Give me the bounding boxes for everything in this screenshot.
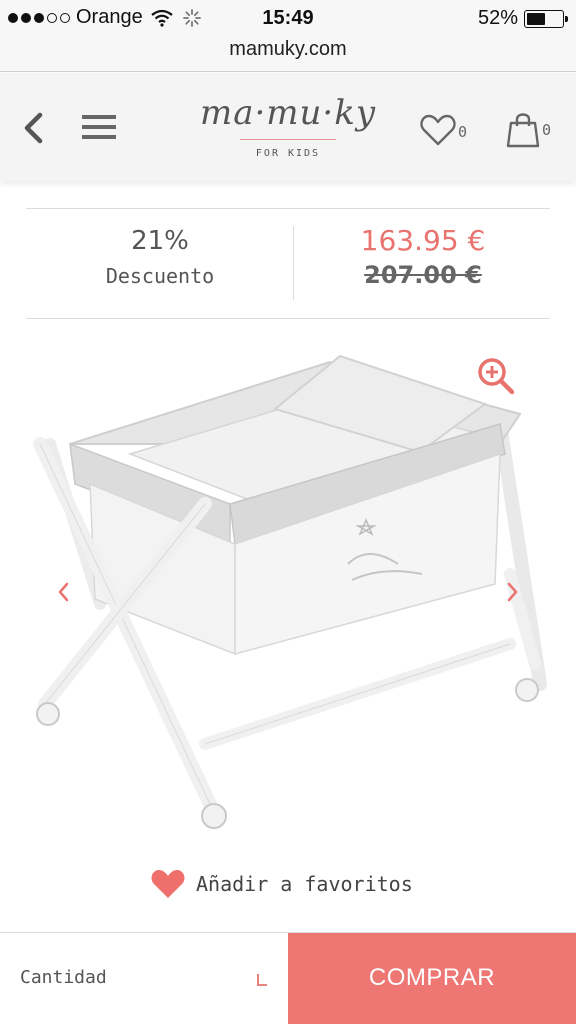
- purchase-bar: Cantidad COMPRAR: [0, 932, 576, 1024]
- favorites-button[interactable]: 0: [420, 113, 480, 149]
- logo-divider: [240, 139, 336, 140]
- divider-top: [26, 208, 550, 209]
- battery-fill: [527, 12, 545, 25]
- url-bar[interactable]: mamuky.com: [0, 38, 576, 72]
- discount-label: Descuento: [105, 264, 215, 288]
- product-gallery[interactable]: [0, 320, 576, 840]
- add-to-favorites-label: Añadir a favoritos: [196, 872, 413, 896]
- zoom-in-icon[interactable]: [476, 356, 516, 396]
- favorites-count: 0: [458, 123, 468, 141]
- back-icon[interactable]: [20, 111, 50, 145]
- divider-bottom: [26, 318, 550, 319]
- quantity-select[interactable]: Cantidad: [0, 933, 288, 1024]
- chevron-left-icon[interactable]: [52, 578, 74, 606]
- buy-button[interactable]: COMPRAR: [288, 933, 576, 1024]
- price-block: 163.95 € 207.00 €: [296, 224, 550, 289]
- discount-block: 21% Descuento: [26, 226, 294, 288]
- heart-outline-icon: [420, 114, 456, 146]
- add-to-favorites-link[interactable]: Añadir a favoritos: [150, 866, 413, 902]
- discount-percent: 21%: [131, 226, 189, 256]
- current-price: 163.95 €: [360, 224, 486, 257]
- quantity-label: Cantidad: [20, 967, 107, 988]
- dropdown-caret-icon: [257, 974, 267, 986]
- price-divider: [293, 226, 294, 300]
- original-price: 207.00 €: [364, 261, 482, 289]
- product-image: [33, 354, 547, 829]
- heart-filled-icon: [151, 870, 185, 898]
- battery-icon: [524, 9, 568, 28]
- logo-tagline: FOR KIDS: [255, 148, 321, 159]
- battery-percent: 52%: [477, 7, 518, 29]
- logo-wordmark: ma·mu·ky: [199, 93, 377, 133]
- site-header: ma·mu·ky FOR KIDS 0 0: [0, 73, 576, 181]
- chevron-right-icon[interactable]: [502, 578, 524, 606]
- cart-button[interactable]: 0: [506, 111, 566, 151]
- status-right: 52%: [477, 7, 568, 30]
- menu-icon[interactable]: [82, 115, 116, 143]
- status-bar: Orange 15:49 52%: [0, 0, 576, 38]
- site-logo[interactable]: ma·mu·ky FOR KIDS: [186, 93, 390, 159]
- shopping-bag-icon: [506, 113, 540, 148]
- url-text: mamuky.com: [229, 38, 347, 60]
- cart-count: 0: [542, 121, 552, 139]
